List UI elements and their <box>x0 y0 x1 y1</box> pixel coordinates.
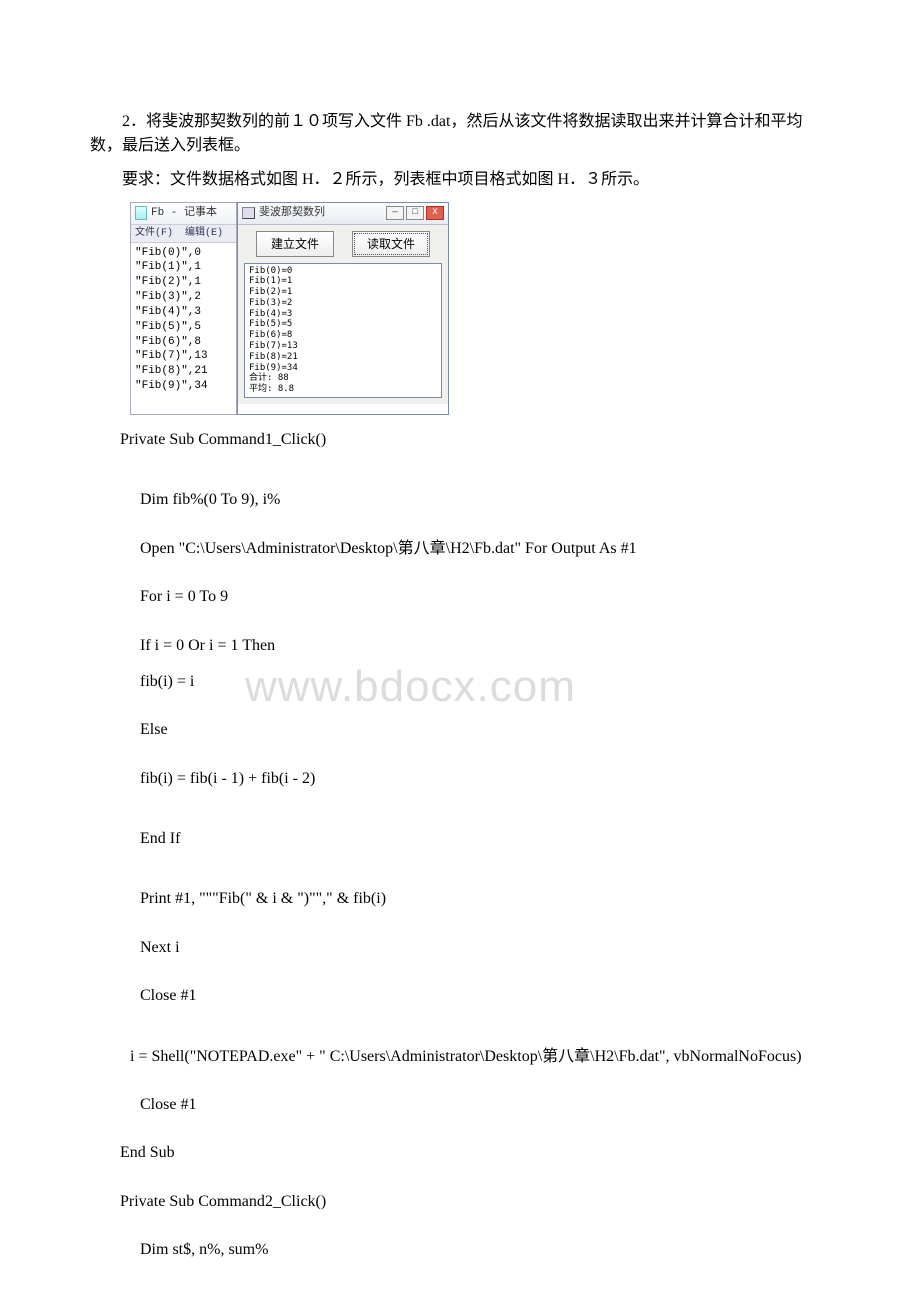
code-listing: Private Sub Command1_Click() Dim fib%(0 … <box>90 429 830 1262</box>
code-line: End If <box>140 828 830 850</box>
code-line: Next i <box>140 937 830 959</box>
maximize-button[interactable]: □ <box>406 206 424 220</box>
menu-file[interactable]: 文件(F) <box>135 228 173 239</box>
code-line: Private Sub Command2_Click() <box>120 1191 830 1213</box>
notepad-title: Fb - 记事本 <box>151 205 217 222</box>
notepad-window: Fb - 记事本 文件(F) 编辑(E) "Fib(0)",0 "Fib(1)"… <box>130 202 237 415</box>
notepad-titlebar: Fb - 记事本 <box>131 203 236 225</box>
notepad-content: "Fib(0)",0 "Fib(1)",1 "Fib(2)",1 "Fib(3)… <box>131 243 236 414</box>
code-line: Else <box>140 719 830 741</box>
vb-form-body: 建立文件 读取文件 Fib(0)=0 Fib(1)=1 Fib(2)=1 Fib… <box>238 225 448 405</box>
code-line: Private Sub Command1_Click() <box>120 429 830 451</box>
menu-edit[interactable]: 编辑(E) <box>185 228 223 239</box>
code-line: i = Shell("NOTEPAD.exe" + " C:\Users\Adm… <box>130 1046 830 1068</box>
code-line: Dim fib%(0 To 9), i% <box>140 489 830 511</box>
figure-screenshots: Fb - 记事本 文件(F) 编辑(E) "Fib(0)",0 "Fib(1)"… <box>130 202 830 415</box>
minimize-button[interactable]: — <box>386 206 404 220</box>
vb-form-title: 斐波那契数列 <box>259 205 325 222</box>
notepad-icon <box>135 206 147 220</box>
vb-form-window: 斐波那契数列 — □ X 建立文件 读取文件 Fib(0)=0 Fib(1)=1… <box>237 202 449 415</box>
read-file-button[interactable]: 读取文件 <box>352 231 430 257</box>
code-line: fib(i) = i <box>140 671 830 693</box>
close-button[interactable]: X <box>426 206 444 220</box>
document-page: 2．将斐波那契数列的前１０项写入文件 Fb .dat，然后从该文件将数据读取出来… <box>0 0 920 1302</box>
vb-titlebar: 斐波那契数列 — □ X <box>238 203 448 225</box>
question-paragraph-1: 2．将斐波那契数列的前１０项写入文件 Fb .dat，然后从该文件将数据读取出来… <box>90 110 830 158</box>
code-line: Close #1 <box>140 1094 830 1116</box>
notepad-menubar: 文件(F) 编辑(E) <box>131 225 236 243</box>
code-line: End Sub <box>120 1142 830 1164</box>
code-line: Open "C:\Users\Administrator\Desktop\第八章… <box>140 538 830 560</box>
code-line: If i = 0 Or i = 1 Then <box>140 635 830 657</box>
code-line: Print #1, """Fib(" & i & ")""," & fib(i) <box>140 888 830 910</box>
create-file-button[interactable]: 建立文件 <box>256 231 334 257</box>
question-paragraph-2: 要求：文件数据格式如图 H．２所示，列表框中项目格式如图 H．３所示。 <box>90 168 830 192</box>
code-line: Close #1 <box>140 985 830 1007</box>
code-line: Dim st$, n%, sum% <box>140 1239 830 1261</box>
listbox-output[interactable]: Fib(0)=0 Fib(1)=1 Fib(2)=1 Fib(3)=2 Fib(… <box>244 263 442 399</box>
code-line: For i = 0 To 9 <box>140 586 830 608</box>
code-line: fib(i) = fib(i - 1) + fib(i - 2) <box>140 768 830 790</box>
form-icon <box>242 207 255 219</box>
